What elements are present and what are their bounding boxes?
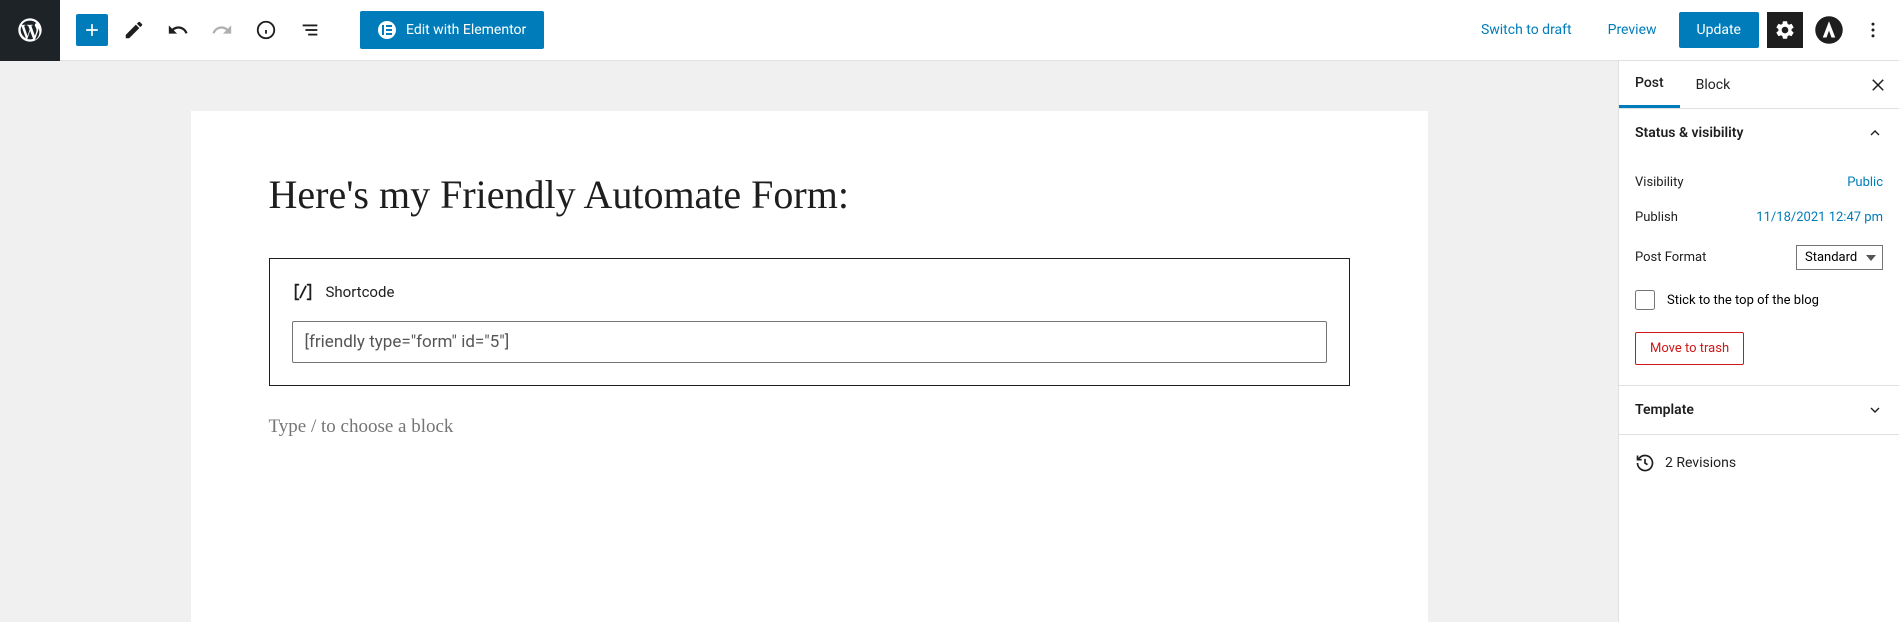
panel-status-visibility: Status & visibility Visibility Public Pu… — [1619, 109, 1899, 386]
post-format-label: Post Format — [1635, 250, 1706, 265]
redo-icon[interactable] — [204, 12, 240, 48]
tab-block[interactable]: Block — [1680, 63, 1747, 107]
sticky-label: Stick to the top of the blog — [1667, 293, 1819, 308]
panel-status-visibility-header[interactable]: Status & visibility — [1619, 109, 1899, 157]
editor-column: Here's my Friendly Automate Form: Shortc… — [0, 61, 1618, 622]
visibility-row: Visibility Public — [1635, 165, 1883, 200]
preview-button[interactable]: Preview — [1594, 12, 1671, 48]
switch-to-draft-button[interactable]: Switch to draft — [1467, 12, 1586, 48]
astra-button[interactable] — [1811, 12, 1847, 48]
post-format-row: Post Format Standard — [1635, 235, 1883, 280]
elementor-label: Edit with Elementor — [406, 22, 526, 38]
main-area: Here's my Friendly Automate Form: Shortc… — [0, 61, 1899, 622]
settings-sidebar: Post Block Status & visibility Visibilit… — [1618, 61, 1899, 622]
panel-template: Template — [1619, 386, 1899, 435]
shortcode-label: Shortcode — [326, 283, 395, 301]
toolbar-right: Switch to draft Preview Update — [1467, 12, 1899, 48]
visibility-label: Visibility — [1635, 175, 1684, 190]
settings-button[interactable] — [1767, 12, 1803, 48]
publish-row: Publish 11/18/2021 12:47 pm — [1635, 200, 1883, 235]
visibility-value[interactable]: Public — [1847, 175, 1883, 190]
block-appender[interactable]: Type / to choose a block — [269, 416, 1350, 438]
revisions-icon — [1635, 453, 1655, 473]
editor-top-bar: Edit with Elementor Switch to draft Prev… — [0, 0, 1899, 61]
post-format-select[interactable]: Standard — [1796, 245, 1883, 270]
edit-with-elementor-button[interactable]: Edit with Elementor — [360, 11, 544, 49]
toolbar-left: Edit with Elementor — [60, 11, 544, 49]
list-view-icon[interactable] — [292, 12, 328, 48]
sidebar-tabs: Post Block — [1619, 61, 1899, 109]
tab-post[interactable]: Post — [1619, 61, 1680, 108]
shortcode-input[interactable] — [292, 321, 1327, 363]
post-title[interactable]: Here's my Friendly Automate Form: — [269, 171, 1350, 218]
sticky-checkbox[interactable] — [1635, 290, 1655, 310]
undo-icon[interactable] — [160, 12, 196, 48]
shortcode-block[interactable]: Shortcode — [269, 258, 1350, 386]
update-button[interactable]: Update — [1679, 12, 1759, 48]
shortcode-header: Shortcode — [292, 281, 1327, 303]
panel-status-body: Visibility Public Publish 11/18/2021 12:… — [1619, 157, 1899, 385]
revisions-label: 2 Revisions — [1665, 455, 1736, 471]
revisions-row[interactable]: 2 Revisions — [1619, 435, 1899, 491]
editor-canvas: Here's my Friendly Automate Form: Shortc… — [191, 111, 1428, 622]
more-options-button[interactable] — [1855, 12, 1891, 48]
sticky-checkbox-row[interactable]: Stick to the top of the blog — [1635, 280, 1883, 320]
publish-label: Publish — [1635, 210, 1678, 225]
chevron-up-icon — [1867, 125, 1883, 141]
chevron-down-icon — [1867, 402, 1883, 418]
panel-title: Template — [1635, 402, 1694, 418]
shortcode-icon — [292, 281, 314, 303]
elementor-icon — [378, 21, 396, 39]
wordpress-logo[interactable] — [0, 0, 60, 61]
move-to-trash-button[interactable]: Move to trash — [1635, 332, 1744, 365]
info-icon[interactable] — [248, 12, 284, 48]
close-sidebar-button[interactable] — [1869, 76, 1887, 94]
add-block-button[interactable] — [76, 14, 108, 46]
edit-icon[interactable] — [116, 12, 152, 48]
panel-template-header[interactable]: Template — [1619, 386, 1899, 434]
publish-value[interactable]: 11/18/2021 12:47 pm — [1756, 210, 1883, 225]
panel-title: Status & visibility — [1635, 125, 1743, 141]
